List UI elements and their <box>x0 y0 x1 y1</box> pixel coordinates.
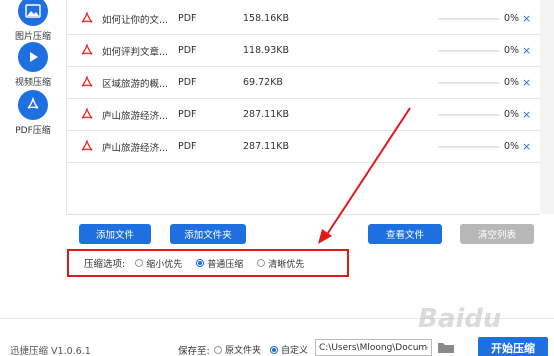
pdf-file-icon <box>81 108 93 119</box>
progress-bar <box>438 50 500 52</box>
file-type: PDF <box>178 77 197 88</box>
progress-percent: 0% <box>504 13 520 24</box>
radio-circle <box>214 345 222 354</box>
table-row[interactable]: 区域旅游的概... PDF 69.72KB 0% × <box>67 67 541 99</box>
progress-bar <box>438 114 500 116</box>
radio-circle-checked <box>270 345 278 354</box>
save-original-label: 原文件夹 <box>225 346 262 356</box>
file-type: PDF <box>178 13 197 24</box>
save-custom-label: 自定义 <box>281 346 309 356</box>
file-list: 如何让你的文... PDF 158.16KB 0% × 如何评判文章... PDF 118.9… <box>66 0 541 214</box>
file-name: 庐山旅游经济... <box>102 110 169 122</box>
view-file-button[interactable]: 查看文件 <box>368 224 442 244</box>
pdf-file-icon <box>81 12 93 23</box>
highlight-box <box>67 249 349 277</box>
save-path-input[interactable] <box>315 339 432 356</box>
file-size: 69.72KB <box>243 77 283 88</box>
add-file-button[interactable]: 添加文件 <box>79 224 151 244</box>
file-type: PDF <box>178 109 197 120</box>
remove-file-icon[interactable]: × <box>522 108 531 121</box>
image-icon <box>18 0 48 26</box>
add-folder-button[interactable]: 添加文件夹 <box>170 224 246 244</box>
folder-icon[interactable] <box>437 341 455 354</box>
file-size: 287.11KB <box>243 141 289 152</box>
sidebar-item-pdf-compress[interactable]: PDF压缩 <box>0 90 66 136</box>
pdf-file-icon <box>81 140 93 151</box>
table-row[interactable]: 如何让你的文... PDF 158.16KB 0% × <box>67 3 541 35</box>
progress-bar <box>438 82 500 84</box>
app-version: 迅捷压缩 V1.0.6.1 <box>10 346 91 356</box>
table-row[interactable]: 庐山旅游经济... PDF 287.11KB 0% × <box>67 99 541 131</box>
file-size: 118.93KB <box>243 45 289 56</box>
clear-list-button[interactable]: 清空列表 <box>460 224 534 244</box>
remove-file-icon[interactable]: × <box>522 12 531 25</box>
remove-file-icon[interactable]: × <box>522 140 531 153</box>
sidebar-item-label: 视频压缩 <box>14 78 51 88</box>
play-icon <box>18 42 48 72</box>
pdf-file-icon <box>81 76 93 87</box>
save-to-label: 保存至: <box>178 346 210 356</box>
file-name: 如何评判文章... <box>102 46 169 58</box>
progress-percent: 0% <box>504 77 520 88</box>
file-type: PDF <box>178 141 197 152</box>
table-row[interactable]: 庐山旅游经济... PDF 287.11KB 0% × <box>67 131 541 163</box>
progress-percent: 0% <box>504 45 520 56</box>
table-row[interactable]: 如何评判文章... PDF 118.93KB 0% × <box>67 35 541 67</box>
pdf-icon <box>18 90 48 120</box>
file-size: 287.11KB <box>243 109 289 120</box>
file-name: 如何让你的文... <box>102 14 169 26</box>
file-name: 庐山旅游经济... <box>102 142 169 154</box>
remove-file-icon[interactable]: × <box>522 44 531 57</box>
sidebar-item-image-compress[interactable]: 图片压缩 <box>0 0 66 42</box>
file-type: PDF <box>178 45 197 56</box>
file-size: 158.16KB <box>243 13 289 24</box>
sidebar-item-label: 图片压缩 <box>14 32 51 42</box>
pdf-file-icon <box>81 44 93 55</box>
sidebar-item-label: PDF压缩 <box>15 126 51 136</box>
save-custom-radio[interactable]: 自定义 <box>270 343 308 356</box>
footer: 迅捷压缩 V1.0.6.1 保存至: 原文件夹 自定义 开始压缩 <box>0 318 554 356</box>
progress-percent: 0% <box>504 141 520 152</box>
progress-bar <box>438 146 500 148</box>
save-original-radio[interactable]: 原文件夹 <box>214 343 261 356</box>
progress-percent: 0% <box>504 109 520 120</box>
scrollbar[interactable] <box>540 0 554 214</box>
progress-bar <box>438 18 500 20</box>
sidebar: 图片压缩 视频压缩 PDF压缩 <box>0 0 66 318</box>
remove-file-icon[interactable]: × <box>522 76 531 89</box>
sidebar-item-video-compress[interactable]: 视频压缩 <box>0 42 66 88</box>
file-name: 区域旅游的概... <box>102 78 169 90</box>
start-compress-button[interactable]: 开始压缩 <box>478 337 548 356</box>
